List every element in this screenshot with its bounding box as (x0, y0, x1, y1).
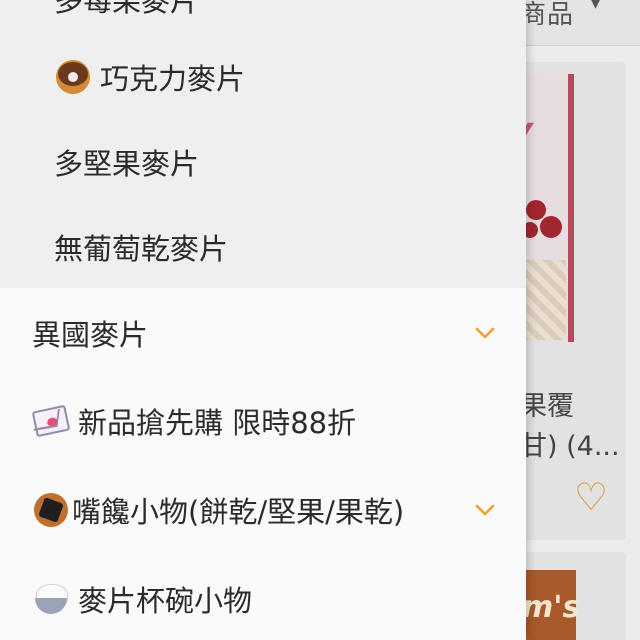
chevron-down-icon[interactable] (474, 499, 496, 521)
category-item-imported[interactable]: 異國麥片 (0, 290, 526, 376)
category-label: 新品搶先購 限時88折 (78, 406, 357, 440)
product-title-line2[interactable]: 甘) (4... (520, 424, 620, 463)
chevron-down-icon[interactable] (474, 322, 496, 344)
sort-caret-icon[interactable]: ▾ (590, 0, 601, 15)
subcategory-label: 多堅果麥片 (54, 147, 200, 181)
subcategory-label: 巧克力麥片 (100, 62, 246, 96)
subcategory-item-chocolate[interactable]: 巧克力麥片 (0, 34, 526, 120)
cranberry-image (540, 216, 562, 238)
category-item-bowls[interactable]: 麥片杯碗小物 (0, 556, 526, 640)
rice-bowl-icon (32, 580, 70, 618)
love-letter-icon (31, 402, 71, 440)
subcategory-list: 多莓果麥片 巧克力麥片 多堅果麥片 無葡萄乾麥片 (0, 0, 526, 288)
donut-icon (54, 58, 92, 96)
subcategory-item-nuts[interactable]: 多堅果麥片 (0, 119, 526, 205)
category-label: 嘴饞小物(餅乾/堅果/果乾) (72, 495, 405, 529)
category-label: 異國麥片 (32, 318, 149, 352)
subcategory-label: 多莓果麥片 (54, 0, 200, 18)
subcategory-label: 無葡萄乾麥片 (54, 232, 229, 266)
favorite-heart-icon[interactable]: ♡ (574, 478, 608, 516)
category-item-snacks[interactable]: 嘴饞小物(餅乾/堅果/果乾) (0, 467, 526, 553)
subcategory-item-no-raisin[interactable]: 無葡萄乾麥片 (0, 204, 526, 290)
product-logo: m's (522, 590, 581, 625)
category-label: 麥片杯碗小物 (78, 584, 253, 618)
category-drawer: 多莓果麥片 巧克力麥片 多堅果麥片 無葡萄乾麥片 異國麥片 新品搶先購 限時88… (0, 0, 526, 640)
category-item-new-arrivals[interactable]: 新品搶先購 限時88折 (0, 378, 526, 464)
product-title[interactable]: 果覆 (520, 384, 574, 423)
cranberry-image (526, 200, 546, 220)
rice-cracker-icon (32, 491, 70, 529)
sort-dropdown-label[interactable]: 商品 (520, 0, 574, 31)
